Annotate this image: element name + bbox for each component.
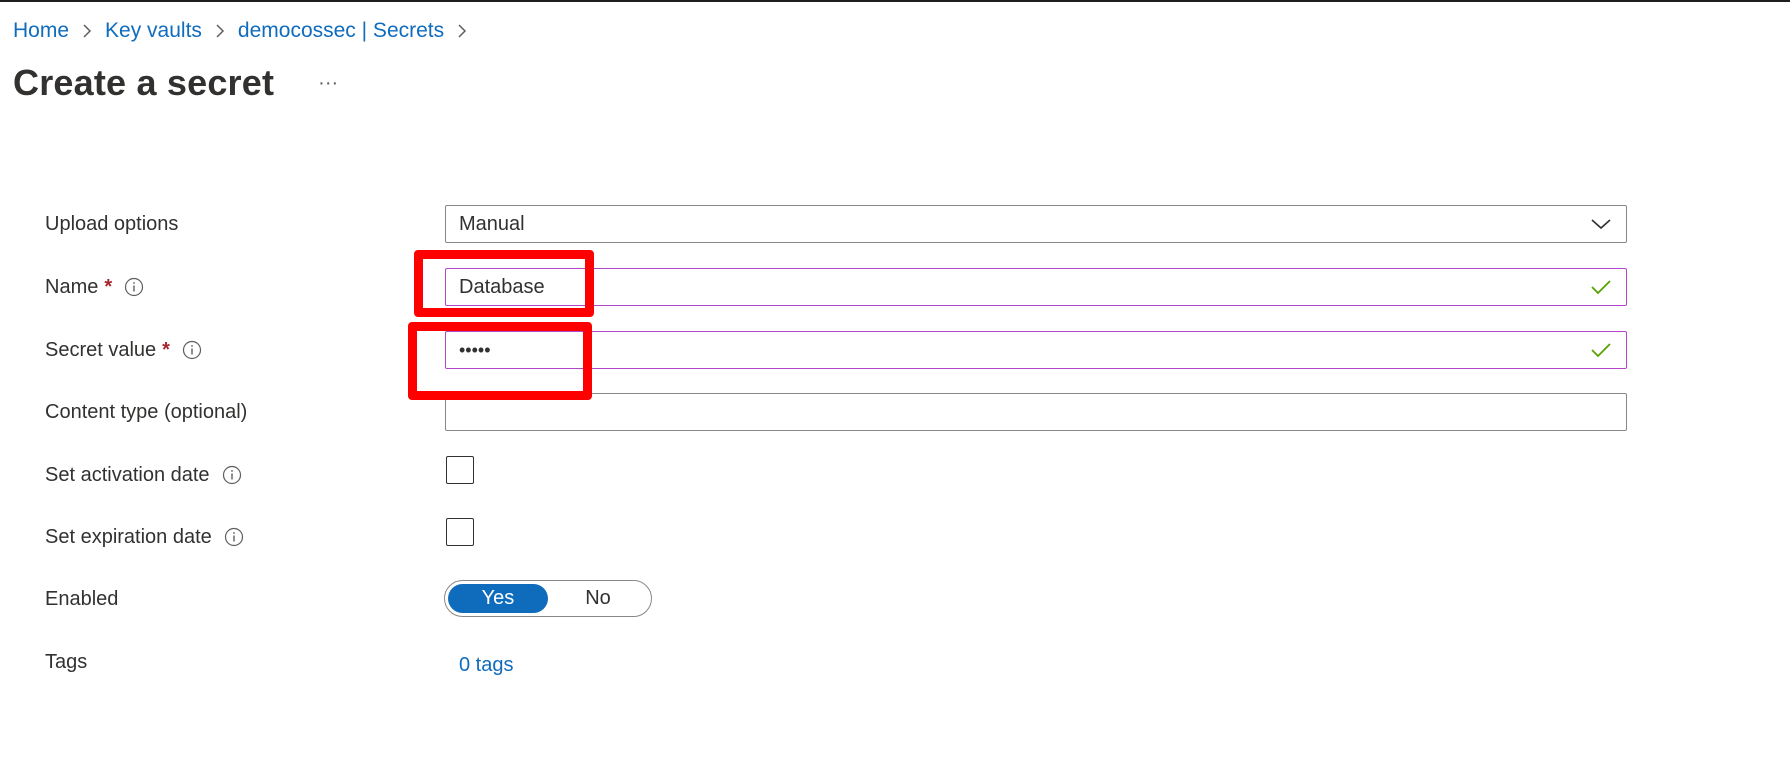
enabled-label-text: Enabled xyxy=(45,587,119,610)
chevron-right-icon xyxy=(69,21,105,41)
expiration-date-label-text: Set expiration date xyxy=(45,525,212,548)
info-icon[interactable] xyxy=(222,465,242,485)
breadcrumb-home[interactable]: Home xyxy=(13,19,69,43)
enabled-yes-option[interactable]: Yes xyxy=(448,584,548,613)
tags-label: Tags xyxy=(45,643,87,681)
title-row: Create a secret ··· xyxy=(13,62,342,104)
name-value: Database xyxy=(459,275,545,298)
breadcrumb-secrets[interactable]: democossec | Secrets xyxy=(238,19,444,43)
tags-label-text: Tags xyxy=(45,650,88,673)
content-type-label-text: Content type (optional) xyxy=(45,400,248,423)
info-icon[interactable] xyxy=(224,527,244,547)
secret-value-label: Secret value * xyxy=(45,331,202,369)
breadcrumb-key-vaults[interactable]: Key vaults xyxy=(105,19,202,43)
upload-options-value: Manual xyxy=(459,212,525,235)
secret-value-masked: ••••• xyxy=(459,339,491,360)
secret-value-label-text: Secret value xyxy=(45,338,157,361)
info-icon[interactable] xyxy=(124,277,144,297)
secret-value-input[interactable]: ••••• xyxy=(445,331,1627,369)
upload-options-dropdown[interactable]: Manual xyxy=(445,205,1627,243)
required-asterisk: * xyxy=(104,275,113,298)
chevron-right-icon xyxy=(202,21,238,41)
upload-options-label-text: Upload options xyxy=(45,212,179,235)
expiration-date-label: Set expiration date xyxy=(45,518,244,556)
chevron-down-icon xyxy=(1589,212,1613,236)
activation-date-label: Set activation date xyxy=(45,456,242,494)
info-icon[interactable] xyxy=(182,340,202,360)
required-asterisk: * xyxy=(162,338,170,361)
name-label: Name * xyxy=(45,268,144,306)
page-title: Create a secret xyxy=(13,62,275,103)
name-label-text: Name xyxy=(45,275,99,298)
more-options-button[interactable]: ··· xyxy=(314,73,342,93)
name-input[interactable]: Database xyxy=(445,268,1627,306)
activation-date-label-text: Set activation date xyxy=(45,463,210,486)
tags-link[interactable]: 0 tags xyxy=(459,654,513,677)
upload-options-label: Upload options xyxy=(45,205,178,243)
enabled-label: Enabled xyxy=(45,580,118,618)
activation-date-checkbox[interactable] xyxy=(446,456,474,484)
enabled-toggle: Yes No xyxy=(444,580,652,617)
content-type-input[interactable] xyxy=(445,393,1627,431)
expiration-date-checkbox[interactable] xyxy=(446,518,474,546)
checkmark-icon xyxy=(1589,275,1613,299)
content-type-label: Content type (optional) xyxy=(45,393,247,431)
enabled-no-option[interactable]: No xyxy=(548,584,648,613)
checkmark-icon xyxy=(1589,338,1613,362)
create-secret-page: Home Key vaults democossec | Secrets Cre… xyxy=(0,0,1790,777)
breadcrumb: Home Key vaults democossec | Secrets xyxy=(13,19,480,43)
chevron-right-icon xyxy=(444,21,480,41)
